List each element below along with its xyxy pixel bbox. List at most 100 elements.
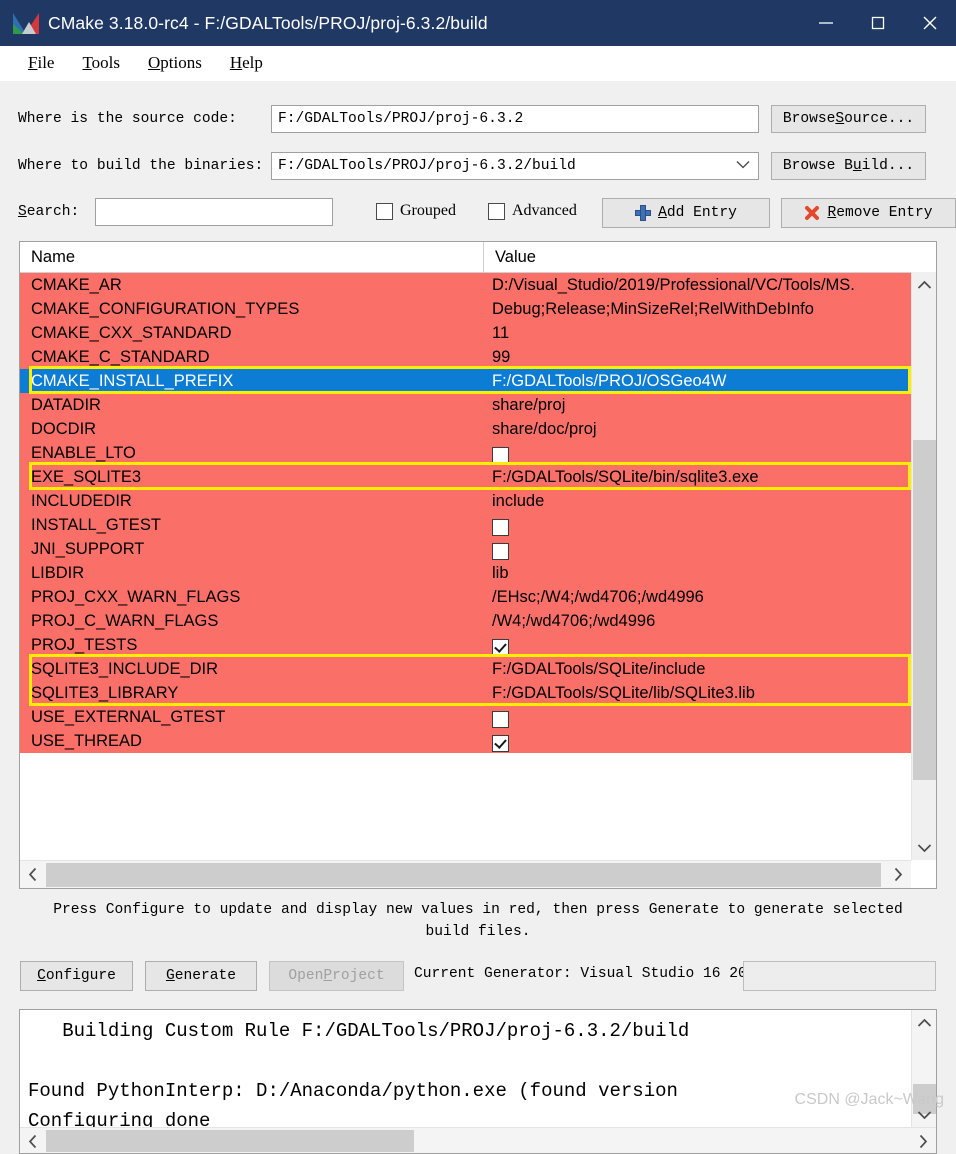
log-hscroll-thumb[interactable] xyxy=(46,1130,414,1152)
cache-entry-value[interactable]: F:/GDALTools/SQLite/include xyxy=(484,657,911,681)
table-row[interactable]: CMAKE_AR D:/Visual_Studio/2019/Profession… xyxy=(20,273,911,297)
cache-entry-value[interactable]: lib xyxy=(484,561,911,585)
table-row[interactable]: PROJ_CXX_WARN_FLAGS/EHsc;/W4;/wd4706;/wd… xyxy=(20,585,911,609)
table-vscroll-thumb[interactable] xyxy=(913,440,936,780)
menu-item-help[interactable]: Help xyxy=(216,51,277,75)
table-row[interactable]: USE_EXTERNAL_GTEST xyxy=(20,705,911,729)
table-vertical-scrollbar[interactable] xyxy=(911,272,936,860)
open-project-pre: Open xyxy=(288,968,324,984)
column-header-name[interactable]: Name xyxy=(20,242,484,272)
remove-entry-button[interactable]: Remove Entry xyxy=(781,198,956,228)
table-row[interactable]: LIBDIR lib xyxy=(20,561,911,585)
configure-button[interactable]: Configure xyxy=(20,961,133,991)
cache-table-header: Name Value xyxy=(20,242,936,273)
chevron-up-icon[interactable] xyxy=(912,1010,936,1035)
cache-table-body[interactable]: CMAKE_AR D:/Visual_Studio/2019/Profession… xyxy=(20,273,911,861)
cache-entry-value[interactable]: 11 xyxy=(484,321,911,345)
output-log-text[interactable]: Building Custom Rule F:/GDALTools/PROJ/p… xyxy=(20,1010,911,1127)
minimize-icon[interactable] xyxy=(800,0,852,46)
table-row[interactable]: CMAKE_C_STANDARD 99 xyxy=(20,345,911,369)
cache-entry-value[interactable]: F:/GDALTools/PROJ/OSGeo4W xyxy=(484,369,911,393)
table-row[interactable]: USE_THREAD xyxy=(20,729,911,753)
cache-entry-value[interactable]: /EHsc;/W4;/wd4706;/wd4996 xyxy=(484,585,911,609)
table-row[interactable]: SQLITE3_INCLUDE_DIR F:/GDALTools/SQLite/i… xyxy=(20,657,911,681)
table-row[interactable]: DOCDIR share/doc/proj xyxy=(20,417,911,441)
menu-item-options[interactable]: Options xyxy=(134,51,216,75)
add-entry-button[interactable]: Add Entry xyxy=(602,198,770,228)
cache-entry-value[interactable] xyxy=(484,441,911,465)
search-input[interactable] xyxy=(95,198,333,226)
table-row[interactable]: INCLUDEDIR include xyxy=(20,489,911,513)
menu-options-rest: ptions xyxy=(160,53,202,72)
cache-entry-value[interactable] xyxy=(484,537,911,561)
chevron-up-icon[interactable] xyxy=(912,272,936,297)
cache-entry-checkbox[interactable] xyxy=(492,542,509,560)
grouped-checkbox-row[interactable]: Grouped xyxy=(376,202,456,220)
menu-help-acc: H xyxy=(229,53,243,72)
cache-entry-value[interactable]: /W4;/wd4706;/wd4996 xyxy=(484,609,911,633)
chevron-left-icon[interactable] xyxy=(20,861,46,888)
cache-entry-value[interactable]: Debug;Release;MinSizeRel;RelWithDebInfo xyxy=(484,297,911,321)
menu-item-tools[interactable]: Tools xyxy=(68,51,134,75)
cache-entry-name: SQLITE3_LIBRARY xyxy=(31,684,179,702)
column-header-value[interactable]: Value xyxy=(484,242,936,272)
menu-options-acc: O xyxy=(148,53,161,72)
advanced-checkbox-row[interactable]: Advanced xyxy=(488,202,577,220)
chevron-left-icon[interactable] xyxy=(20,1128,46,1153)
browse-build-button[interactable]: Browse Bu ild... xyxy=(771,152,926,180)
cache-entry-name: CMAKE_INSTALL_PREFIX xyxy=(31,372,234,390)
log-horizontal-scrollbar[interactable] xyxy=(20,1127,936,1153)
table-row[interactable]: SQLITE3_LIBRARY F:/GDALTools/SQLite/lib/S… xyxy=(20,681,911,705)
maximize-icon[interactable] xyxy=(852,0,904,46)
chevron-right-icon[interactable] xyxy=(885,861,911,888)
log-vertical-scrollbar[interactable] xyxy=(911,1010,936,1127)
open-project-acc: P xyxy=(323,968,333,984)
browse-source-button[interactable]: Browse Source... xyxy=(771,105,926,133)
cache-entry-value[interactable]: include xyxy=(484,489,911,513)
cache-entry-value[interactable] xyxy=(484,729,911,753)
cache-entry-value[interactable]: F:/GDALTools/SQLite/lib/SQLite3.lib xyxy=(484,681,911,705)
table-row[interactable]: INSTALL_GTEST xyxy=(20,513,911,537)
browse-build-pre: Browse B xyxy=(782,158,853,174)
advanced-checkbox[interactable] xyxy=(488,202,505,220)
csdn-watermark: CSDN @Jack~Wang xyxy=(794,1091,944,1108)
table-row[interactable]: EXE_SQLITE3 F:/GDALTools/SQLite/bin/sqlit… xyxy=(20,465,911,489)
output-log: Building Custom Rule F:/GDALTools/PROJ/p… xyxy=(19,1009,937,1154)
cache-entry-value[interactable] xyxy=(484,633,911,657)
chevron-down-icon[interactable] xyxy=(736,158,750,174)
cache-entry-value[interactable]: D:/Visual_Studio/2019/Professional/VC/To… xyxy=(484,273,911,297)
cache-entry-value[interactable]: F:/GDALTools/SQLite/bin/sqlite3.exe xyxy=(484,465,911,489)
table-row[interactable]: PROJ_TESTS xyxy=(20,633,911,657)
cache-entry-name: PROJ_CXX_WARN_FLAGS xyxy=(31,588,241,606)
table-row[interactable]: CMAKE_CONFIGURATION_TYPES Debug;Release;M… xyxy=(20,297,911,321)
cache-entry-value[interactable] xyxy=(484,705,911,729)
cache-entry-checkbox[interactable] xyxy=(492,638,509,656)
menu-item-file[interactable]: File xyxy=(14,51,68,75)
build-binaries-combobox[interactable]: F:/GDALTools/PROJ/proj-6.3.2/build xyxy=(271,152,759,180)
table-row[interactable]: ENABLE_LTO xyxy=(20,441,911,465)
generate-button[interactable]: Generate xyxy=(145,961,257,991)
source-code-input[interactable]: F:/GDALTools/PROJ/proj-6.3.2 xyxy=(271,105,759,133)
cache-entry-checkbox[interactable] xyxy=(492,710,509,728)
grouped-checkbox[interactable] xyxy=(376,202,393,220)
cache-entry-value[interactable]: 99 xyxy=(484,345,911,369)
table-horizontal-scrollbar[interactable] xyxy=(20,860,911,888)
table-row[interactable]: CMAKE_CXX_STANDARD 11 xyxy=(20,321,911,345)
cache-entry-value[interactable] xyxy=(484,513,911,537)
cache-entry-name: LIBDIR xyxy=(31,564,85,582)
cache-entry-value[interactable]: share/doc/proj xyxy=(484,417,911,441)
cache-entry-checkbox[interactable] xyxy=(492,446,509,464)
chevron-right-icon[interactable] xyxy=(910,1128,936,1153)
table-row[interactable]: PROJ_C_WARN_FLAGS/W4;/wd4706;/wd4996 xyxy=(20,609,911,633)
table-hscroll-thumb[interactable] xyxy=(46,863,881,887)
chevron-down-icon[interactable] xyxy=(912,835,936,860)
close-icon[interactable] xyxy=(904,0,956,46)
cache-entry-name: INSTALL_GTEST xyxy=(31,516,161,534)
table-row[interactable]: DATADIR share/proj xyxy=(20,393,911,417)
table-row[interactable]: CMAKE_INSTALL_PREFIX F:/GDALTools/PROJ/OS… xyxy=(20,369,911,393)
cache-entry-value[interactable]: share/proj xyxy=(484,393,911,417)
cache-entry-checkbox[interactable] xyxy=(492,518,509,536)
cache-entry-checkbox[interactable] xyxy=(492,734,509,752)
cache-entry-name: CMAKE_C_STANDARD xyxy=(31,348,210,366)
table-row[interactable]: JNI_SUPPORT xyxy=(20,537,911,561)
